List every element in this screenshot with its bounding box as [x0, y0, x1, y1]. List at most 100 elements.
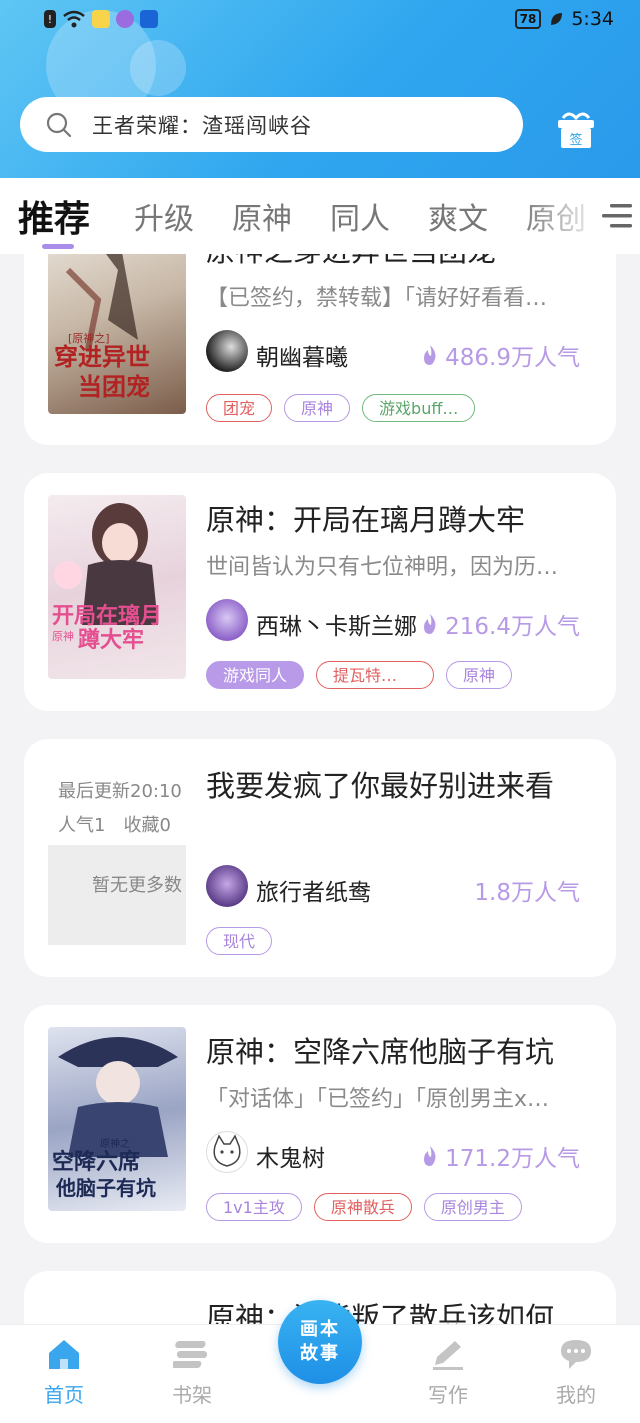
popularity-text: 216.4万人气 [445, 614, 580, 640]
placeholder-update: 最后更新20:10 [58, 781, 182, 802]
nav-mine[interactable]: 我的 [536, 1337, 616, 1408]
author-name[interactable]: 木鬼树 [256, 1139, 325, 1173]
book-desc: 「对话体」「已签约」「原创男主x… [206, 1087, 550, 1112]
cover-title-2: 他脑子有坑 [55, 1176, 156, 1200]
cat-avatar-icon [213, 1134, 241, 1167]
tag-list: 1v1主攻 原神散兵 原创男主 [206, 1193, 522, 1221]
search-placeholder: 王者荣耀：渣瑶闯峡谷 [92, 113, 312, 138]
status-bar: ! 78 5:34 [0, 0, 640, 44]
nav-shelf[interactable]: 书架 [152, 1337, 232, 1408]
tag[interactable]: 1v1主攻 [206, 1193, 302, 1221]
tab-upgrade[interactable]: 升级 [134, 194, 194, 238]
book-cover[interactable]: 原神之 空降六席 他脑子有坑 [48, 1027, 186, 1211]
picture-story-button[interactable]: 画本故事 [278, 1300, 362, 1384]
status-icons: ! [44, 10, 158, 28]
cover-title-1: 开局在璃月 [52, 603, 162, 629]
search-icon [46, 112, 72, 137]
wifi-icon [63, 10, 85, 28]
book-title[interactable]: 原神：开局在璃月蹲大牢 [206, 497, 525, 539]
tag-list: 团宠 原神 游戏buff… [206, 394, 476, 422]
tag[interactable]: 原神散兵 [313, 1193, 412, 1221]
tag-list: 现代 [206, 927, 273, 955]
alert-icon: ! [44, 10, 56, 28]
home-icon [49, 1340, 79, 1369]
author-avatar[interactable] [206, 865, 248, 907]
search-input[interactable]: 王者荣耀：渣瑶闯峡谷 [20, 97, 523, 152]
chat-bubble-icon [561, 1340, 591, 1369]
leaf-icon [551, 13, 563, 25]
cover-title-1: 穿进异世 [54, 343, 150, 371]
book-card[interactable]: [原神之] 穿进异世 当团宠 原神之穿进异世当团宠 【已签约，禁转载】「请好好看… [24, 254, 616, 445]
tag[interactable]: 原创男主 [423, 1193, 522, 1221]
author-avatar[interactable] [206, 599, 248, 641]
book-card[interactable]: 开局在璃月 原神 蹲大牢 原神：开局在璃月蹲大牢 世间皆认为只有七位神明，因为历… [24, 473, 616, 711]
flame-icon [424, 1146, 436, 1166]
book-desc: 【已签约，禁转载】「请好好看看… [206, 286, 548, 311]
cover-art: [原神之] 穿进异世 当团宠 [54, 254, 150, 401]
category-tabs: 推荐 升级 原神 同人 爽文 原创 [0, 178, 640, 254]
tab-cool[interactable]: 爽文 [428, 194, 488, 238]
gift-checkin-button[interactable]: 签 [555, 108, 597, 150]
popularity: 486.9万人气 [421, 338, 580, 372]
popularity: 171.2万人气 [421, 1139, 580, 1173]
tag[interactable]: 原神 [446, 661, 513, 689]
popularity-text: 171.2万人气 [445, 1146, 580, 1172]
battery-indicator: 78 [514, 9, 542, 29]
nav-write[interactable]: 写作 [408, 1337, 488, 1408]
cover-sub: 原神之 [100, 1137, 130, 1150]
placeholder-box-text: 暂无更多数 [92, 875, 182, 896]
author-avatar[interactable] [206, 1131, 248, 1173]
popularity: 1.8万人气 [474, 873, 580, 907]
tag[interactable]: 原神 [284, 394, 351, 422]
center-button-label: 画本故事 [300, 1319, 340, 1364]
nav-shelf-label: 书架 [172, 1383, 212, 1407]
pen-icon [433, 1341, 463, 1370]
author-name[interactable]: 朝幽暮曦 [256, 338, 348, 372]
book-desc: 世间皆认为只有七位神明，因为历… [206, 555, 559, 580]
tag[interactable]: 游戏buff… [362, 394, 476, 422]
book-cover[interactable]: [原神之] 穿进异世 当团宠 [48, 254, 186, 414]
book-title[interactable]: 原神：空降六席他脑子有坑 [206, 1029, 554, 1071]
tag[interactable]: 游戏同人 [206, 661, 305, 689]
tab-genshin[interactable]: 原神 [232, 194, 292, 238]
book-title[interactable]: 原神之穿进异世当团宠 [206, 254, 496, 270]
tag[interactable]: 现代 [206, 927, 273, 955]
book-title[interactable]: 原神：涅背叛了散兵该如何… [206, 1295, 596, 1324]
book-card[interactable]: 最后更新20:10 人气1 收藏0 暂无更多数 我要发疯了你最好别进来看 旅行者… [24, 739, 616, 977]
book-list: [原神之] 穿进异世 当团宠 原神之穿进异世当团宠 【已签约，禁转载】「请好好看… [0, 254, 640, 1324]
placeholder-stats: 人气1 收藏0 [58, 815, 171, 836]
book-title[interactable]: 我要发疯了你最好别进来看 [206, 763, 554, 805]
flame-icon [424, 345, 436, 365]
gift-label: 签 [569, 132, 582, 148]
cover-title-1: 空降六席 [52, 1149, 140, 1175]
nav-mine-label: 我的 [556, 1383, 596, 1407]
placeholder-box: 暂无更多数 [48, 845, 186, 945]
cover-sub: 原神 [52, 629, 74, 643]
author-avatar[interactable] [206, 330, 248, 372]
book-cover[interactable]: 开局在璃月 原神 蹲大牢 [48, 495, 186, 679]
tag[interactable]: 提瓦特… [316, 661, 435, 689]
tag-list: 游戏同人 提瓦特… 原神 [206, 661, 513, 689]
author-name[interactable]: 旅行者纸鸯 [256, 873, 371, 907]
app-notification-icon [92, 10, 110, 28]
cover-art: 开局在璃月 原神 蹲大牢 [52, 503, 162, 653]
bookshelf-icon [173, 1341, 207, 1368]
popularity-text: 1.8万人气 [474, 880, 580, 906]
nav-home[interactable]: 首页 [24, 1337, 104, 1408]
tab-recommend[interactable]: 推荐 [18, 190, 90, 242]
app-notification-icon [116, 10, 134, 28]
tag[interactable]: 团宠 [206, 394, 273, 422]
nav-write-label: 写作 [428, 1383, 468, 1407]
clock: 5:34 [571, 8, 614, 30]
book-card[interactable]: 原神之 空降六席 他脑子有坑 原神：空降六席他脑子有坑 「对话体」「已签约」「原… [24, 1005, 616, 1243]
book-cover-placeholder[interactable]: 最后更新20:10 人气1 收藏0 暂无更多数 [48, 761, 186, 945]
decor-bubble [130, 40, 186, 96]
cover-title-2: 蹲大牢 [78, 627, 144, 653]
cover-title-2: 当团宠 [78, 373, 150, 401]
tab-fanfic[interactable]: 同人 [330, 194, 390, 238]
category-menu-icon[interactable] [598, 200, 634, 232]
author-name[interactable]: 西琳丶卡斯兰娜 [256, 607, 417, 641]
flame-icon [424, 614, 436, 634]
header: ! 78 5:34 王者荣耀：渣瑶闯峡谷 签 [0, 0, 640, 178]
cover-art: 原神之 空降六席 他脑子有坑 [52, 1037, 178, 1200]
